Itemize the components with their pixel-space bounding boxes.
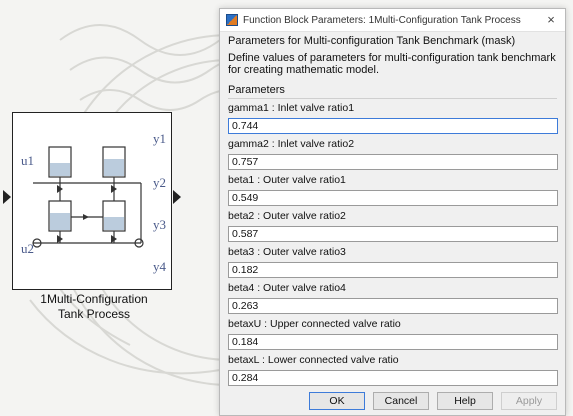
param-label-betaxU: betaxU : Upper connected valve ratio xyxy=(228,318,401,330)
parameters-header: Parameters xyxy=(228,84,285,96)
help-button[interactable]: Help xyxy=(437,392,493,410)
dialog-button-bar: OK Cancel Help Apply xyxy=(220,387,565,415)
close-icon[interactable]: × xyxy=(537,9,565,31)
param-label-gamma2: gamma2 : Inlet valve ratio2 xyxy=(228,138,355,150)
simulink-app-icon xyxy=(226,14,238,26)
mask-description: Define values of parameters for multi-co… xyxy=(228,52,556,76)
ok-button[interactable]: OK xyxy=(309,392,365,410)
block-parameters-dialog: Function Block Parameters: 1Multi-Config… xyxy=(219,8,566,416)
block-caption: 1Multi-Configuration Tank Process xyxy=(10,292,178,322)
cancel-button[interactable]: Cancel xyxy=(373,392,429,410)
param-label-beta4: beta4 : Outer valve ratio4 xyxy=(228,282,346,294)
param-input-beta3[interactable] xyxy=(228,262,558,278)
parameters-divider xyxy=(228,98,557,99)
output-label-y1: y1 xyxy=(153,131,166,146)
input-port-arrow xyxy=(3,190,11,204)
param-input-betaxL[interactable] xyxy=(228,370,558,386)
tank-diagram-icon xyxy=(32,146,144,248)
param-label-beta1: beta1 : Outer valve ratio1 xyxy=(228,174,346,186)
dialog-titlebar[interactable]: Function Block Parameters: 1Multi-Config… xyxy=(220,9,565,32)
output-port-arrow xyxy=(173,190,181,204)
parameter-list: gamma1 : Inlet valve ratio1 gamma2 : Inl… xyxy=(228,101,558,388)
output-label-y2: y2 xyxy=(153,175,166,190)
param-label-beta3: beta3 : Outer valve ratio3 xyxy=(228,246,346,258)
block-caption-line2: Tank Process xyxy=(57,307,131,321)
param-label-beta2: beta2 : Outer valve ratio2 xyxy=(228,210,346,222)
apply-button[interactable]: Apply xyxy=(501,392,557,410)
param-input-gamma2[interactable] xyxy=(228,154,558,170)
param-input-beta1[interactable] xyxy=(228,190,558,206)
param-label-gamma1: gamma1 : Inlet valve ratio1 xyxy=(228,102,355,114)
dialog-title: Function Block Parameters: 1Multi-Config… xyxy=(243,14,521,26)
param-label-betaxL: betaxL : Lower connected valve ratio xyxy=(228,354,399,366)
mask-title: Parameters for Multi-configuration Tank … xyxy=(228,35,516,47)
param-input-beta2[interactable] xyxy=(228,226,558,242)
block-caption-line1: 1Multi-Configuration xyxy=(40,292,148,306)
param-input-gamma1[interactable] xyxy=(228,118,558,134)
param-input-beta4[interactable] xyxy=(228,298,558,314)
dialog-content: Parameters for Multi-configuration Tank … xyxy=(220,32,565,388)
param-input-betaxU[interactable] xyxy=(228,334,558,350)
output-label-y3: y3 xyxy=(153,217,166,232)
multi-tank-block[interactable]: u1 u2 y1 y2 y3 y4 xyxy=(12,112,172,290)
output-label-y4: y4 xyxy=(153,259,166,274)
